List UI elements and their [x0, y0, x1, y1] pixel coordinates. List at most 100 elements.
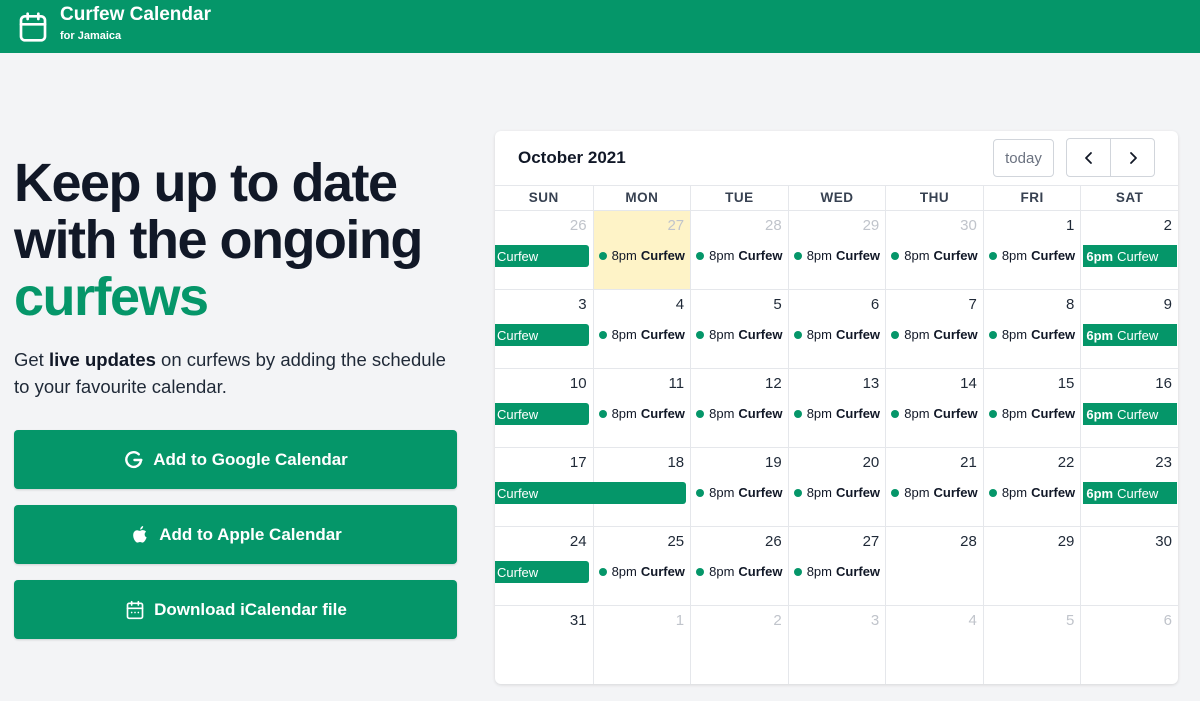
- curfew-event-bar[interactable]: 6pm Curfew: [1083, 245, 1178, 267]
- calendar-day-cell[interactable]: 3: [787, 606, 886, 684]
- calendar-day-cell[interactable]: 30: [1080, 527, 1178, 605]
- day-number[interactable]: 4: [676, 296, 684, 313]
- curfew-event[interactable]: 8pm Curfew: [696, 564, 782, 579]
- curfew-event[interactable]: 8pm Curfew: [988, 485, 1075, 500]
- today-button[interactable]: today: [993, 139, 1054, 177]
- day-number[interactable]: 24: [570, 533, 587, 550]
- day-number[interactable]: 5: [773, 296, 781, 313]
- calendar-day-cell[interactable]: 29: [982, 527, 1081, 605]
- calendar-day-cell[interactable]: 22 8pm Curfew: [982, 448, 1081, 526]
- curfew-event-bar[interactable]: Curfew: [495, 324, 589, 346]
- next-month-button[interactable]: [1110, 139, 1154, 176]
- calendar-day-cell[interactable]: 14 8pm Curfew: [885, 369, 983, 447]
- calendar-day-cell[interactable]: 26 8pm Curfew: [690, 527, 788, 605]
- curfew-event[interactable]: 8pm Curfew: [793, 485, 880, 500]
- curfew-event[interactable]: 8pm Curfew: [891, 485, 978, 500]
- day-number[interactable]: 5: [1066, 612, 1074, 629]
- day-number[interactable]: 8: [1066, 296, 1074, 313]
- day-number[interactable]: 4: [968, 612, 976, 629]
- calendar-day-cell[interactable]: 9 6pm Curfew: [1080, 290, 1178, 368]
- calendar-day-cell[interactable]: 4 8pm Curfew: [592, 290, 691, 368]
- curfew-event-bar[interactable]: 6pm Curfew: [1083, 324, 1178, 346]
- calendar-day-cell[interactable]: 28: [885, 527, 983, 605]
- curfew-event[interactable]: 8pm Curfew: [696, 485, 782, 500]
- calendar-day-cell[interactable]: 16 6pm Curfew: [1080, 369, 1178, 447]
- calendar-day-cell[interactable]: 1: [592, 606, 691, 684]
- day-number[interactable]: 26: [765, 533, 782, 550]
- day-number[interactable]: 21: [960, 454, 977, 471]
- day-number[interactable]: 6: [1164, 612, 1172, 629]
- curfew-event[interactable]: 8pm Curfew: [891, 327, 978, 342]
- curfew-event[interactable]: 8pm Curfew: [696, 248, 782, 263]
- curfew-event[interactable]: 8pm Curfew: [793, 564, 880, 579]
- curfew-event[interactable]: 8pm Curfew: [988, 248, 1075, 263]
- day-number[interactable]: 20: [863, 454, 880, 471]
- day-number[interactable]: 30: [1155, 533, 1172, 550]
- curfew-event-bar[interactable]: 6pm Curfew: [1083, 403, 1178, 425]
- curfew-event[interactable]: 8pm Curfew: [891, 248, 978, 263]
- add-to-apple-calendar-button[interactable]: Add to Apple Calendar: [14, 505, 457, 564]
- calendar-day-cell[interactable]: 30 8pm Curfew: [885, 211, 983, 289]
- curfew-event[interactable]: 8pm Curfew: [696, 327, 782, 342]
- day-number[interactable]: 6: [871, 296, 879, 313]
- day-number[interactable]: 1: [1066, 217, 1074, 234]
- day-number[interactable]: 2: [1164, 217, 1172, 234]
- day-number[interactable]: 23: [1155, 454, 1172, 471]
- calendar-day-cell[interactable]: 6 8pm Curfew: [787, 290, 886, 368]
- calendar-day-cell[interactable]: 17 Curfew: [495, 448, 687, 526]
- curfew-event[interactable]: 8pm Curfew: [598, 327, 685, 342]
- calendar-day-cell[interactable]: 5: [982, 606, 1081, 684]
- calendar-day-cell[interactable]: 7 8pm Curfew: [885, 290, 983, 368]
- curfew-event-bar[interactable]: Curfew: [495, 245, 589, 267]
- curfew-event[interactable]: 8pm Curfew: [598, 564, 685, 579]
- day-number[interactable]: 9: [1164, 296, 1172, 313]
- calendar-day-cell[interactable]: 28 8pm Curfew: [690, 211, 788, 289]
- calendar-day-cell[interactable]: 13 8pm Curfew: [787, 369, 886, 447]
- day-number[interactable]: 30: [960, 217, 977, 234]
- day-number[interactable]: 17: [570, 454, 587, 471]
- calendar-day-cell[interactable]: 10 Curfew: [495, 369, 593, 447]
- calendar-day-cell[interactable]: 31: [495, 606, 593, 684]
- day-number[interactable]: 29: [1058, 533, 1075, 550]
- day-number[interactable]: 22: [1058, 454, 1075, 471]
- day-number[interactable]: 27: [863, 533, 880, 550]
- calendar-day-cell[interactable]: 1 8pm Curfew: [982, 211, 1081, 289]
- curfew-event[interactable]: 8pm Curfew: [696, 406, 782, 421]
- day-number[interactable]: 25: [667, 533, 684, 550]
- day-number[interactable]: 10: [570, 375, 587, 392]
- calendar-day-cell[interactable]: 2 6pm Curfew: [1080, 211, 1178, 289]
- curfew-event-bar[interactable]: Curfew: [495, 561, 589, 583]
- day-number[interactable]: 2: [773, 612, 781, 629]
- calendar-day-cell[interactable]: 19 8pm Curfew: [690, 448, 788, 526]
- curfew-event[interactable]: 8pm Curfew: [891, 406, 978, 421]
- calendar-day-cell[interactable]: 26 Curfew: [495, 211, 593, 289]
- day-number[interactable]: 14: [960, 375, 977, 392]
- curfew-event-bar[interactable]: Curfew: [495, 482, 687, 504]
- calendar-day-cell[interactable]: 29 8pm Curfew: [787, 211, 886, 289]
- day-number[interactable]: 13: [863, 375, 880, 392]
- calendar-day-cell[interactable]: 5 8pm Curfew: [690, 290, 788, 368]
- calendar-day-cell[interactable]: 20 8pm Curfew: [787, 448, 886, 526]
- calendar-day-cell[interactable]: 23 6pm Curfew: [1080, 448, 1178, 526]
- calendar-day-cell[interactable]: 4: [885, 606, 983, 684]
- calendar-day-cell[interactable]: 8 8pm Curfew: [982, 290, 1081, 368]
- calendar-day-cell[interactable]: 3 Curfew: [495, 290, 593, 368]
- day-number[interactable]: 12: [765, 375, 782, 392]
- calendar-day-cell[interactable]: 2: [690, 606, 788, 684]
- day-number[interactable]: 31: [570, 612, 587, 629]
- day-number[interactable]: 27: [667, 217, 684, 234]
- day-number[interactable]: 19: [765, 454, 782, 471]
- calendar-day-cell[interactable]: 12 8pm Curfew: [690, 369, 788, 447]
- day-number[interactable]: 7: [968, 296, 976, 313]
- day-number[interactable]: 3: [578, 296, 586, 313]
- curfew-event[interactable]: 8pm Curfew: [598, 406, 685, 421]
- day-number[interactable]: 26: [570, 217, 587, 234]
- day-number[interactable]: 28: [765, 217, 782, 234]
- calendar-day-cell[interactable]: 24 Curfew: [495, 527, 593, 605]
- day-number[interactable]: 16: [1155, 375, 1172, 392]
- prev-month-button[interactable]: [1067, 139, 1110, 176]
- calendar-day-cell[interactable]: 27 8pm Curfew: [592, 211, 691, 289]
- curfew-event-bar[interactable]: Curfew: [495, 403, 589, 425]
- calendar-day-cell[interactable]: 27 8pm Curfew: [787, 527, 886, 605]
- day-number[interactable]: 29: [863, 217, 880, 234]
